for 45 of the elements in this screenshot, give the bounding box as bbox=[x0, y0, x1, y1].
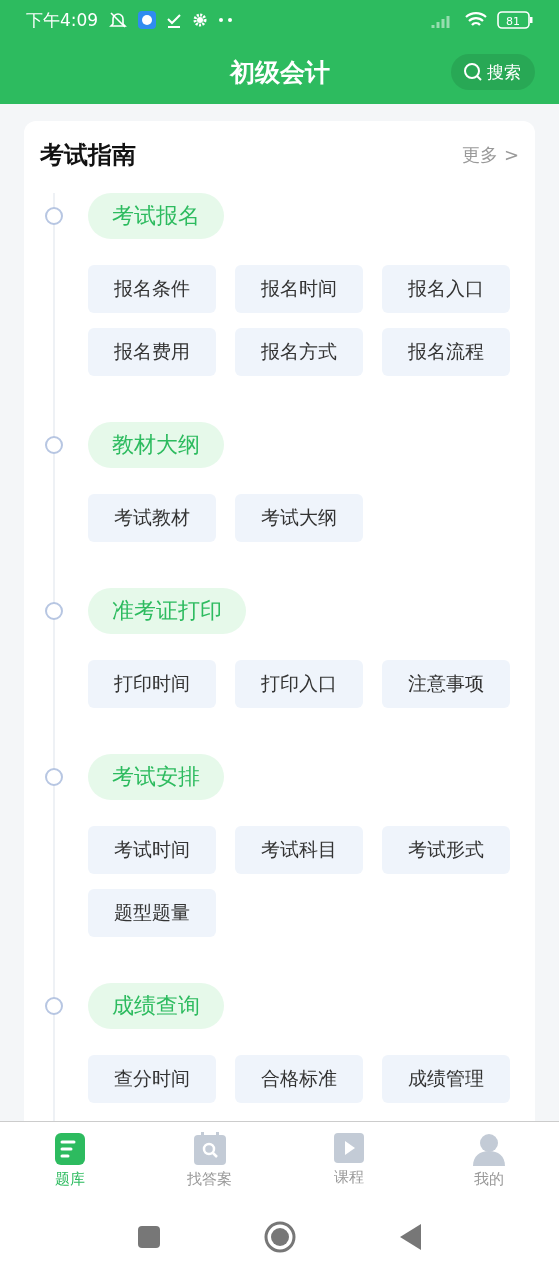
topic-chip[interactable]: 报名流程 bbox=[382, 328, 510, 376]
document-icon bbox=[53, 1132, 86, 1166]
play-icon bbox=[333, 1132, 366, 1164]
topic-chip[interactable]: 考试教材 bbox=[88, 494, 216, 542]
topic-chip[interactable]: 注意事项 bbox=[382, 660, 510, 708]
topic-chip[interactable]: 报名费用 bbox=[88, 328, 216, 376]
timeline-dot bbox=[45, 602, 63, 620]
topic-chip[interactable]: 考试大纲 bbox=[235, 494, 363, 542]
topic-chip[interactable]: 查分时间 bbox=[88, 1055, 216, 1103]
section-title: 考试报名 bbox=[88, 193, 224, 239]
person-icon bbox=[472, 1132, 507, 1166]
more-dots-icon bbox=[218, 17, 235, 23]
topic-chip[interactable]: 成绩管理 bbox=[382, 1055, 510, 1103]
recents-icon[interactable] bbox=[137, 1226, 160, 1248]
page-title: 初级会计 bbox=[229, 56, 330, 89]
bell-off-icon bbox=[108, 10, 129, 30]
app-notification-icon bbox=[138, 11, 157, 29]
timeline-dot bbox=[45, 997, 63, 1015]
section-title: 成绩查询 bbox=[88, 983, 224, 1029]
timeline-dot bbox=[45, 768, 63, 786]
topic-chip[interactable]: 考试形式 bbox=[382, 826, 510, 874]
back-icon[interactable] bbox=[399, 1224, 422, 1250]
topic-chip[interactable]: 考试科目 bbox=[235, 826, 363, 874]
battery-level: 81 bbox=[506, 14, 520, 28]
topic-chip[interactable]: 打印入口 bbox=[235, 660, 363, 708]
topic-chip[interactable]: 报名时间 bbox=[235, 265, 363, 313]
topic-chip[interactable]: 合格标准 bbox=[235, 1055, 363, 1103]
timeline-dot bbox=[45, 436, 63, 454]
section-title: 准考证打印 bbox=[88, 588, 246, 634]
topic-chip[interactable]: 报名方式 bbox=[235, 328, 363, 376]
topic-chip[interactable]: 报名入口 bbox=[382, 265, 510, 313]
topic-chip[interactable]: 考试时间 bbox=[88, 826, 216, 874]
topic-chip[interactable]: 报名条件 bbox=[88, 265, 216, 313]
gear-icon bbox=[192, 12, 209, 28]
home-icon[interactable] bbox=[263, 1221, 296, 1253]
calendar-search-icon bbox=[192, 1132, 227, 1166]
search-icon bbox=[463, 62, 483, 82]
status-time: 下午4:09 bbox=[26, 8, 99, 32]
topic-chip[interactable]: 题型题量 bbox=[88, 889, 216, 937]
timeline-dot bbox=[45, 207, 63, 225]
section-title: 考试安排 bbox=[88, 754, 224, 800]
check-icon bbox=[166, 12, 183, 28]
card-title: 考试指南 bbox=[40, 140, 136, 171]
section-title: 教材大纲 bbox=[88, 422, 224, 468]
topic-chip[interactable]: 打印时间 bbox=[88, 660, 216, 708]
